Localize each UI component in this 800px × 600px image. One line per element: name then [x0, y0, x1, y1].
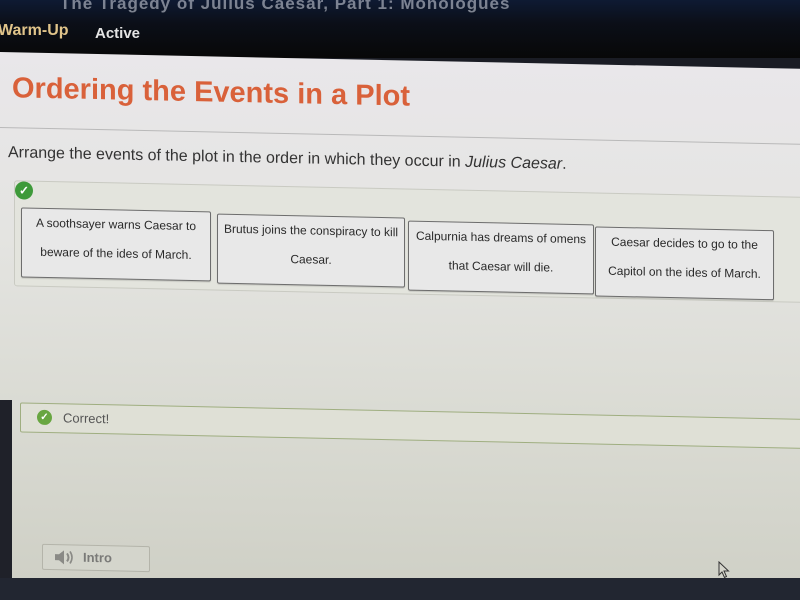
speaker-icon — [55, 550, 73, 565]
screen-bezel-left — [0, 400, 12, 580]
event-card-line: Brutus joins the conspiracy to kill — [223, 221, 399, 240]
feedback-text: Correct! — [63, 410, 110, 427]
activity-panel: Ordering the Events in a Plot Arrange th… — [0, 52, 800, 596]
check-circle-icon: ✓ — [37, 409, 52, 426]
event-card-line: Caesar. — [290, 252, 332, 267]
title-divider — [0, 127, 800, 145]
intro-button[interactable]: Intro — [42, 543, 150, 573]
feedback-banner: ✓ Correct! — [20, 402, 800, 450]
answer-drop-area: ✓ A soothsayer warns Caesar to beware of… — [14, 180, 800, 304]
course-title: The Tragedy of Julius Caesar, Part 1: Mo… — [60, 0, 511, 13]
event-card-4[interactable]: Caesar decides to go to the Capitol on t… — [595, 226, 774, 301]
event-card-1[interactable]: A soothsayer warns Caesar to beware of t… — [21, 207, 211, 282]
check-circle-icon: ✓ — [15, 181, 33, 200]
event-card-line: Caesar decides to go to the — [611, 234, 758, 252]
event-card-line: A soothsayer warns Caesar to — [35, 215, 197, 234]
tab-warm-up[interactable]: Warm-Up — [0, 22, 69, 40]
page-title: Ordering the Events in a Plot — [12, 72, 411, 113]
screen-bezel-bottom — [0, 578, 800, 600]
event-card-line: Calpurnia has dreams of omens — [415, 228, 587, 247]
event-card-2[interactable]: Brutus joins the conspiracy to kill Caes… — [217, 213, 405, 288]
mouse-cursor-icon — [718, 561, 730, 579]
top-bar: The Tragedy of Julius Caesar, Part 1: Mo… — [0, 0, 800, 58]
instructions-text: Arrange the events of the plot in the or… — [8, 144, 466, 171]
tab-active[interactable]: Active — [95, 25, 140, 42]
intro-label: Intro — [83, 549, 112, 566]
instructions-period: . — [562, 155, 567, 173]
work-title: Julius Caesar — [465, 153, 563, 173]
event-card-line: that Caesar will die. — [448, 258, 554, 275]
event-card-line: Capitol on the ides of March. — [608, 263, 761, 281]
instructions: Arrange the events of the plot in the or… — [8, 144, 567, 174]
event-card-line: beware of the ides of March. — [40, 244, 192, 263]
event-card-3[interactable]: Calpurnia has dreams of omens that Caesa… — [408, 220, 594, 295]
